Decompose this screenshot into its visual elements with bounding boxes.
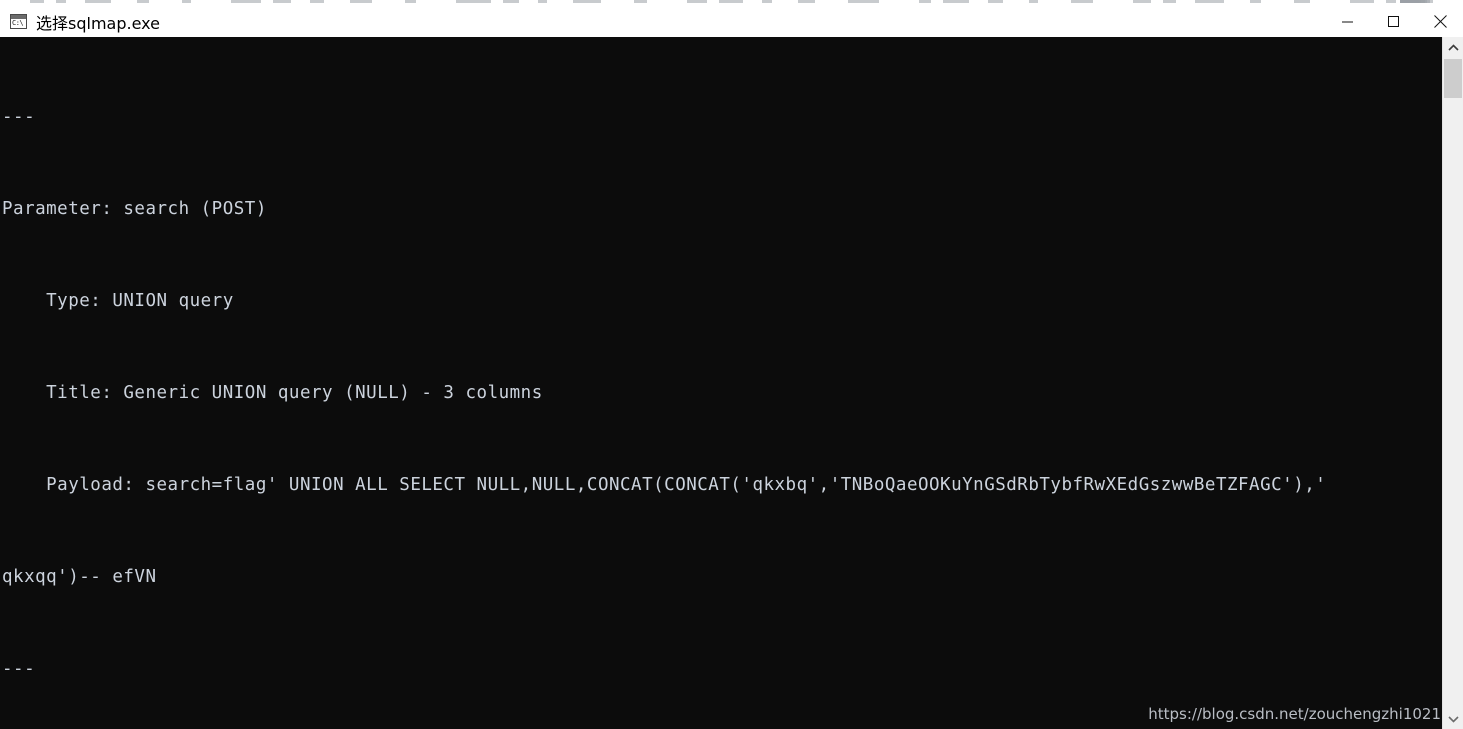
page-fragment bbox=[1400, 0, 1418, 3]
maximize-button[interactable] bbox=[1371, 7, 1417, 37]
page-fragment bbox=[988, 0, 1003, 3]
separator-bottom: --- bbox=[2, 659, 36, 679]
page-fragment bbox=[182, 0, 191, 3]
page-fragment bbox=[405, 0, 416, 3]
payload-wrap-line: qkxqq')-- efVN bbox=[0, 566, 1442, 589]
page-fragment bbox=[762, 0, 772, 3]
title-bar[interactable]: C:\ 选择sqlmap.exe bbox=[0, 6, 1463, 38]
page-fragment bbox=[310, 0, 324, 3]
scrollbar-thumb[interactable] bbox=[1444, 59, 1462, 98]
page-fragment bbox=[573, 0, 601, 3]
page-fragment bbox=[1350, 0, 1374, 3]
payload-line: Payload: search=flag' UNION ALL SELECT N… bbox=[0, 474, 1442, 497]
page-fragment bbox=[719, 0, 743, 3]
console-output[interactable]: --- Parameter: search (POST) Type: UNION… bbox=[0, 37, 1442, 729]
page-fragment bbox=[687, 0, 707, 3]
page-fragment bbox=[634, 0, 647, 3]
page-fragment bbox=[85, 0, 111, 3]
scroll-down-button[interactable] bbox=[1443, 709, 1463, 729]
scroll-up-button[interactable] bbox=[1443, 37, 1463, 57]
minimize-icon bbox=[1342, 21, 1353, 22]
page-fragment bbox=[1250, 0, 1261, 3]
page-fragment bbox=[538, 0, 547, 3]
close-button[interactable] bbox=[1417, 7, 1463, 37]
page-fragment bbox=[56, 0, 66, 3]
page-fragment bbox=[1195, 0, 1224, 3]
maximize-icon bbox=[1388, 15, 1399, 27]
console-icon: C:\ bbox=[10, 14, 27, 29]
console-icon-prompt-glyph: C:\ bbox=[12, 19, 24, 27]
minimize-button[interactable] bbox=[1325, 7, 1371, 37]
window-controls bbox=[1325, 7, 1463, 37]
type-line: Type: UNION query bbox=[0, 290, 1442, 313]
vertical-scrollbar[interactable] bbox=[1442, 37, 1463, 729]
page-fragment bbox=[1133, 0, 1151, 3]
page-fragment bbox=[1294, 0, 1310, 3]
page-fragment bbox=[919, 0, 931, 3]
close-icon bbox=[1433, 15, 1447, 28]
separator-line: --- bbox=[0, 106, 1442, 129]
page-fragment bbox=[350, 0, 372, 3]
page-fragment bbox=[30, 0, 44, 3]
page-fragment bbox=[1163, 0, 1176, 3]
window-title: 选择sqlmap.exe bbox=[36, 13, 160, 33]
separator-top: --- bbox=[2, 107, 36, 127]
page-fragment bbox=[137, 0, 149, 3]
page-fragment bbox=[1071, 0, 1093, 3]
page-fragment bbox=[503, 0, 519, 3]
page-fragment bbox=[848, 0, 879, 3]
page-fragment bbox=[943, 0, 969, 3]
watermark-url: https://blog.csdn.net/zouchengzhi1021 bbox=[1148, 705, 1441, 723]
page-fragment bbox=[231, 0, 261, 3]
console-window: C:\ 选择sqlmap.exe --- Parameter: search (… bbox=[0, 6, 1463, 729]
page-fragment bbox=[1029, 0, 1038, 3]
payload-text: Payload: search=flag' UNION ALL SELECT N… bbox=[2, 475, 1327, 495]
type-text: Type: UNION query bbox=[2, 291, 234, 311]
parameter-text: Parameter: search (POST) bbox=[2, 199, 267, 219]
payload-wrap-text: qkxqq')-- efVN bbox=[2, 567, 157, 587]
title-text-row: Title: Generic UNION query (NULL) - 3 co… bbox=[2, 383, 543, 403]
separator-line-bottom: --- bbox=[0, 658, 1442, 681]
page-fragment bbox=[1386, 0, 1396, 3]
page-fragment bbox=[456, 0, 491, 3]
page-fragment bbox=[273, 0, 291, 3]
chevron-down-icon bbox=[1447, 715, 1459, 723]
page-fragment bbox=[798, 0, 815, 3]
parameter-line: Parameter: search (POST) bbox=[0, 198, 1442, 221]
title-line: Title: Generic UNION query (NULL) - 3 co… bbox=[0, 382, 1442, 405]
chevron-up-icon bbox=[1447, 43, 1459, 51]
